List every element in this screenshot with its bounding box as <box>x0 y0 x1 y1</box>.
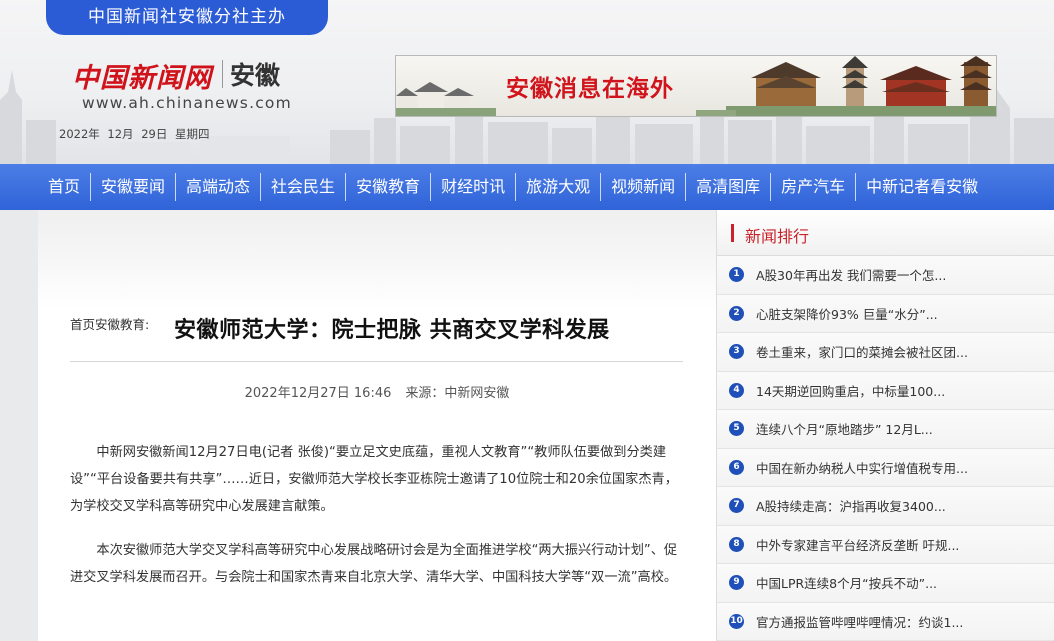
article-paragraph: 中新网安徽新闻12月27日电(记者 张俊)“要立足文史底蕴，重视人文教育”“教师… <box>70 445 678 514</box>
nav-item-video[interactable]: 视频新闻 <box>601 164 685 210</box>
nav-item-property-auto[interactable]: 房产汽车 <box>771 164 855 210</box>
breadcrumb-separator: : <box>145 317 150 332</box>
logo-divider <box>222 60 223 88</box>
article-source: 来源：中新网安徽 <box>405 386 510 401</box>
logo-chinese-text: 中国新闻网 <box>72 63 212 94</box>
current-date: 2022年 12月 29日 星期四 <box>59 126 210 142</box>
ranking-item-link[interactable]: 14天期逆回购重启，中标量100... <box>756 381 945 400</box>
nav-item-home[interactable]: 首页 <box>38 164 90 210</box>
ranking-item[interactable]: 10 官方通报监管哔哩哔哩情况：约谈1... <box>717 602 1054 641</box>
rank-number-badge: 10 <box>729 613 744 629</box>
ranking-item[interactable]: 8 中外专家建言平台经济反垄断 吁规... <box>717 525 1054 564</box>
ranking-header-accent <box>731 224 734 242</box>
ranking-item[interactable]: 1 A股30年再出发 我们需要一个怎... <box>717 256 1054 295</box>
rank-number-badge: 8 <box>729 536 744 552</box>
ranking-item-link[interactable]: 连续八个月“原地踏步” 12月L... <box>756 419 933 438</box>
banner-landscape-image <box>396 56 996 116</box>
ranking-item[interactable]: 7 A股持续走高：沪指再收复3400... <box>717 487 1054 526</box>
weekday-text: 星期四 <box>175 127 210 141</box>
ranking-item[interactable]: 9 中国LPR连续8个月“按兵不动”... <box>717 564 1054 603</box>
ranking-header: 新闻排行 <box>717 210 1054 256</box>
main-navigation: 首页 安徽要闻 高端动态 社会民生 安徽教育 财经时讯 旅游大观 视频新闻 高清… <box>0 164 1054 210</box>
logo-url: www.ah.chinanews.com <box>82 94 292 112</box>
ranking-item-link[interactable]: A股持续走高：沪指再收复3400... <box>756 496 946 515</box>
nav-item-high-level[interactable]: 高端动态 <box>176 164 260 210</box>
nav-item-society[interactable]: 社会民生 <box>261 164 345 210</box>
article-top-shade <box>38 210 716 310</box>
nav-item-reporters[interactable]: 中新记者看安徽 <box>856 164 988 210</box>
date-text: 2022年 12月 29日 <box>59 127 168 141</box>
ranking-item-link[interactable]: 中国LPR连续8个月“按兵不动”... <box>756 573 937 592</box>
rank-number-badge: 2 <box>729 305 744 321</box>
breadcrumb-section-link[interactable]: 安徽教育 <box>95 317 145 332</box>
breadcrumb-home-link[interactable]: 首页 <box>70 317 95 332</box>
site-logo[interactable]: 中国新闻网 安徽 www.ah.chinanews.com <box>72 56 312 116</box>
ranking-item[interactable]: 2 心脏支架降价93% 巨量“水分”... <box>717 294 1054 333</box>
overseas-news-banner[interactable]: 安徽消息在海外 <box>395 55 997 117</box>
ranking-item-link[interactable]: 中外专家建言平台经济反垄断 吁规... <box>756 535 959 554</box>
rank-number-badge: 9 <box>729 575 744 591</box>
article-meta: 2022年12月27日 16:46 来源：中新网安徽 <box>38 382 716 401</box>
ranking-item-link[interactable]: 心脏支架降价93% 巨量“水分”... <box>756 304 938 323</box>
rank-number-badge: 7 <box>729 498 744 514</box>
ranking-item[interactable]: 6 中国在新办纳税人中实行增值税专用... <box>717 448 1054 487</box>
nav-item-finance[interactable]: 财经时讯 <box>431 164 515 210</box>
nav-item-travel[interactable]: 旅游大观 <box>516 164 600 210</box>
rank-number-badge: 3 <box>729 344 744 360</box>
breadcrumb: 首页安徽教育: <box>70 314 149 333</box>
article-container: 首页安徽教育: 安徽师范大学：院士把脉 共商交叉学科发展 2022年12月27日… <box>38 210 716 641</box>
news-ranking-panel: 新闻排行 1 A股30年再出发 我们需要一个怎... 2 心脏支架降价93% 巨… <box>716 210 1054 641</box>
rank-number-badge: 5 <box>729 421 744 437</box>
ranking-item[interactable]: 4 14天期逆回购重启，中标量100... <box>717 371 1054 410</box>
banner-title: 安徽消息在海外 <box>506 76 674 102</box>
host-organization-tab: 中国新闻社安徽分社主办 <box>46 0 328 35</box>
ranking-item-link[interactable]: 中国在新办纳税人中实行增值税专用... <box>756 458 968 477</box>
rank-number-badge: 1 <box>729 267 744 283</box>
logo-region-text: 安徽 <box>230 61 281 90</box>
rank-number-badge: 6 <box>729 459 744 475</box>
ranking-list: 1 A股30年再出发 我们需要一个怎... 2 心脏支架降价93% 巨量“水分”… <box>717 256 1054 641</box>
ranking-item[interactable]: 5 连续八个月“原地踏步” 12月L... <box>717 410 1054 449</box>
ranking-item-link[interactable]: 官方通报监管哔哩哔哩情况：约谈1... <box>756 612 963 631</box>
nav-item-gallery[interactable]: 高清图库 <box>686 164 770 210</box>
article-title: 安徽师范大学：院士把脉 共商交叉学科发展 <box>174 318 610 343</box>
article-datetime: 2022年12月27日 16:46 <box>244 386 392 401</box>
nav-item-education[interactable]: 安徽教育 <box>346 164 430 210</box>
ranking-item-link[interactable]: A股30年再出发 我们需要一个怎... <box>756 265 946 284</box>
ranking-item-link[interactable]: 卷土重来，家门口的菜摊会被社区团... <box>756 342 968 361</box>
nav-item-anhui-news[interactable]: 安徽要闻 <box>91 164 175 210</box>
site-header: 中国新闻社安徽分社主办 中国新闻网 安徽 www.ah.chinanews.co… <box>0 0 1054 164</box>
ranking-item[interactable]: 3 卷土重来，家门口的菜摊会被社区团... <box>717 333 1054 372</box>
title-divider <box>70 361 683 362</box>
article-paragraph: 本次安徽师范大学交叉学科高等研究中心发展战略研讨会是为全面推进学校“两大振兴行动… <box>70 543 678 585</box>
rank-number-badge: 4 <box>729 382 744 398</box>
ranking-title: 新闻排行 <box>745 227 810 246</box>
